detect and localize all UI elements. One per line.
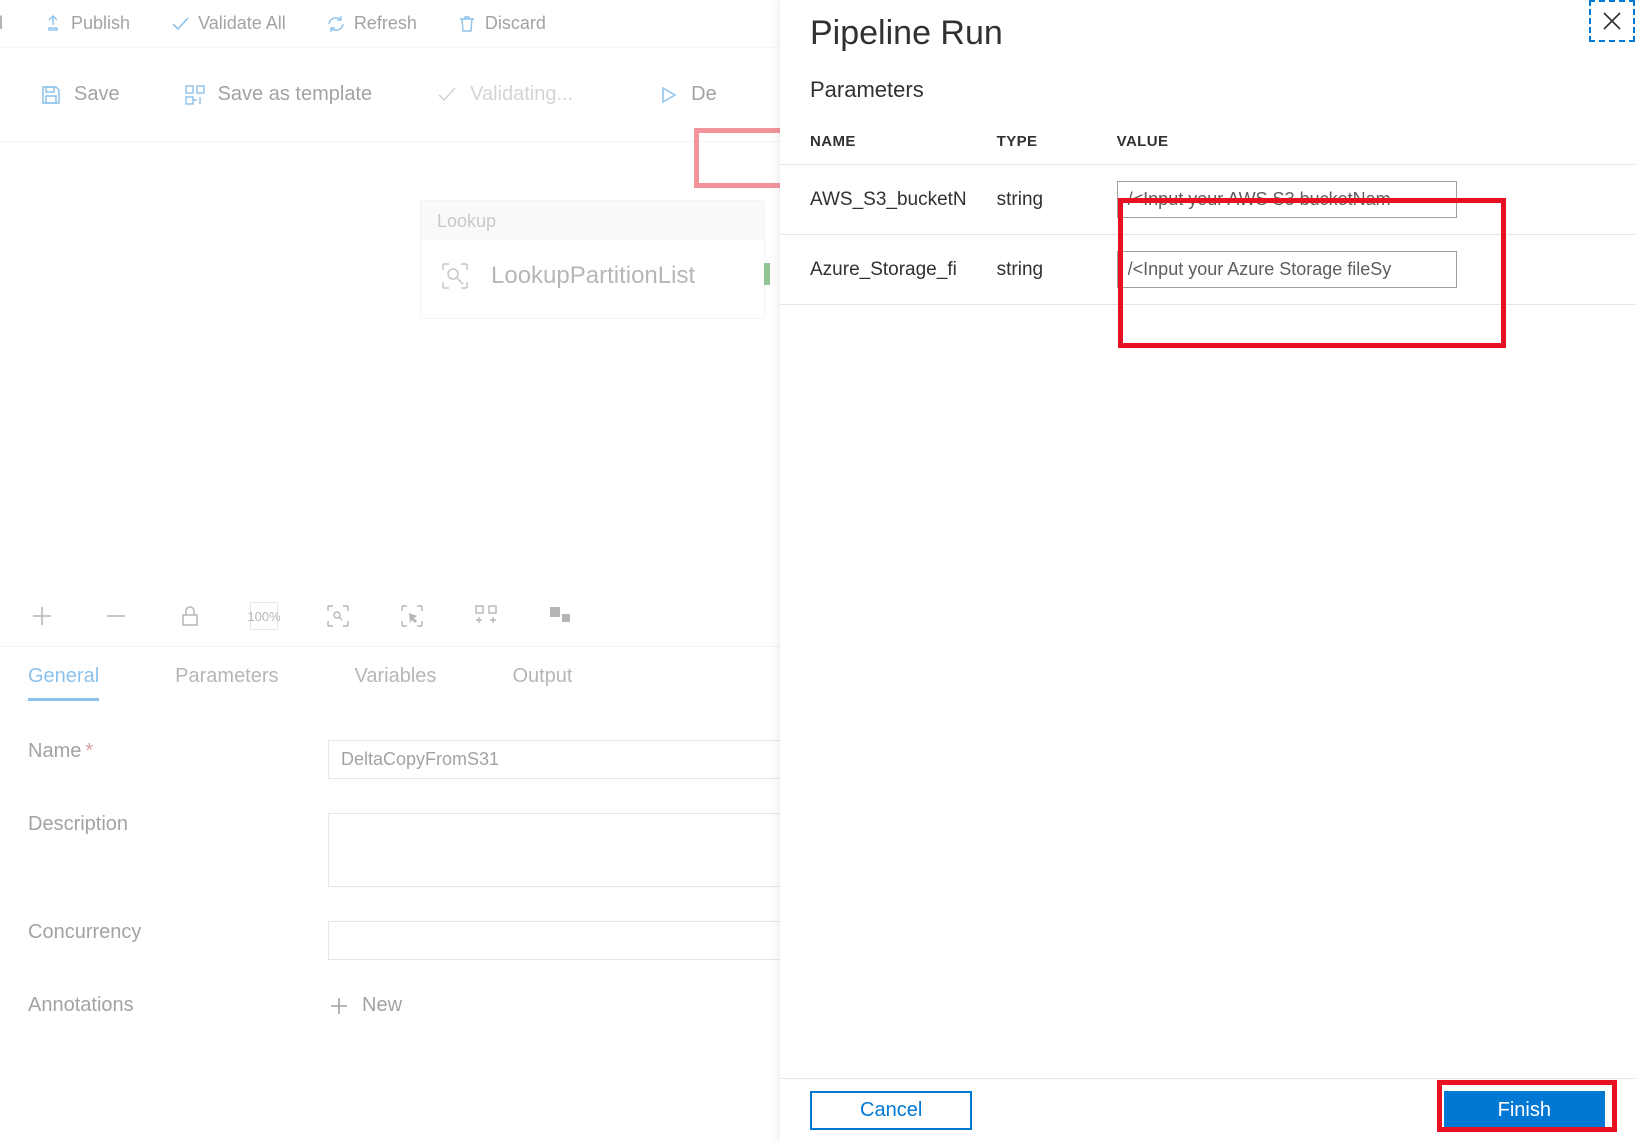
param-type: string <box>967 165 1087 235</box>
param-name: Azure_Storage_fi <box>780 235 967 305</box>
table-row: AWS_S3_bucketN string <box>780 165 1635 235</box>
column-type-header: TYPE <box>967 121 1087 165</box>
finish-button[interactable]: Finish <box>1444 1091 1605 1130</box>
modal-dim <box>0 0 780 1142</box>
parameters-table: NAME TYPE VALUE AWS_S3_bucketN string Az… <box>780 121 1635 305</box>
column-name-header: NAME <box>780 121 967 165</box>
table-row: Azure_Storage_fi string <box>780 235 1635 305</box>
panel-title: Pipeline Run <box>780 0 1635 59</box>
panel-subtitle: Parameters <box>780 59 1635 121</box>
pipeline-run-panel: Pipeline Run Parameters NAME TYPE VALUE … <box>780 0 1635 1142</box>
panel-footer: Cancel Finish <box>780 1078 1635 1142</box>
close-button[interactable] <box>1589 0 1635 42</box>
param-value-input[interactable] <box>1117 251 1457 288</box>
param-value-input[interactable] <box>1117 181 1457 218</box>
cancel-button[interactable]: Cancel <box>810 1091 972 1130</box>
column-value-header: VALUE <box>1087 121 1635 165</box>
param-type: string <box>967 235 1087 305</box>
param-name: AWS_S3_bucketN <box>780 165 967 235</box>
